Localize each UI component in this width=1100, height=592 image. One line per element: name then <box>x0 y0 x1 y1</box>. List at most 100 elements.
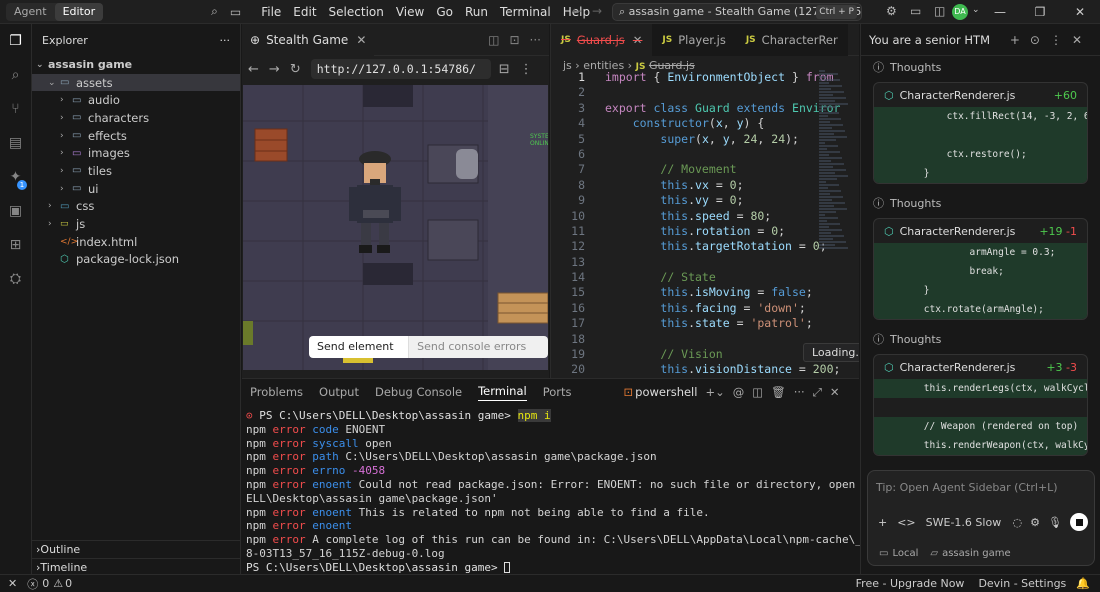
remote-icon[interactable]: ✕ <box>8 577 17 590</box>
diff-card-header[interactable]: ⬡ CharacterRenderer.js +60 <box>874 83 1087 107</box>
minimize-icon[interactable]: — <box>980 5 1020 19</box>
project-label[interactable]: assasin game <box>942 548 1011 559</box>
maximize-icon[interactable]: ❐ <box>1020 5 1060 19</box>
menu-view[interactable]: View <box>390 5 430 19</box>
thoughts-toggle[interactable]: ⓘ Thoughts <box>861 192 1100 214</box>
code-line[interactable]: 10 this.speed = 80; <box>551 209 851 224</box>
avatar[interactable]: DA <box>952 4 968 20</box>
url-input[interactable]: http://127.0.0.1:54786/ <box>310 59 491 79</box>
code-line[interactable]: 8 this.vx = 0; <box>551 178 851 193</box>
code-line[interactable]: 12 this.targetRotation = 0; <box>551 239 851 254</box>
code-line[interactable]: 3 export class Guard extends Enviror <box>551 101 851 116</box>
tree-item-index-html[interactable]: </> index.html <box>32 233 240 251</box>
model-selector[interactable]: SWE-1.6 Slow <box>926 516 1002 529</box>
terminal-output[interactable]: ⊙ PS C:\Users\DELL\Desktop\assasin game>… <box>242 405 935 575</box>
code-line[interactable]: 13 <box>551 255 851 270</box>
editor-tab-guard[interactable]: JS Guard.js ✕ <box>551 24 653 56</box>
split-editor-icon[interactable]: ◫ <box>488 33 499 47</box>
code-line[interactable]: 7 // Movement <box>551 162 851 177</box>
code-line[interactable]: 9 this.vy = 0; <box>551 193 851 208</box>
more-actions-icon[interactable]: ⋮ <box>520 62 533 77</box>
game-canvas[interactable]: SYSTEM ONLINE Send element ☝ Send consol… <box>243 85 548 370</box>
chevron-down-icon[interactable]: ⌄ <box>972 5 980 15</box>
menu-selection[interactable]: Selection <box>323 5 390 19</box>
outline-section[interactable]: › Outline <box>32 540 241 558</box>
tree-item-characters[interactable]: › ▭ characters <box>32 109 240 127</box>
close-tab-icon[interactable]: ✕ <box>633 33 643 47</box>
send-console-errors-button[interactable]: Send console errors (0) <box>408 336 548 358</box>
diff-card[interactable]: ⬡ CharacterRenderer.js +60 ctx.fillRect(14… <box>873 82 1088 184</box>
split-terminal-icon[interactable]: ◫ <box>752 385 763 399</box>
map-icon[interactable]: ▤ <box>0 126 31 160</box>
code-line[interactable]: 16 this.facing = 'down'; <box>551 301 851 316</box>
stop-button[interactable] <box>1070 513 1088 531</box>
more-actions-icon[interactable]: ··· <box>220 34 231 47</box>
tab-terminal[interactable]: Terminal <box>478 384 527 401</box>
diff-card-header[interactable]: ⬡ CharacterRenderer.js +3 -3 <box>874 355 1087 379</box>
history-icon[interactable]: ⊙ <box>1030 33 1050 47</box>
run-debug-icon[interactable]: ✦ 1 <box>0 160 31 194</box>
code-line[interactable]: 14 // State <box>551 270 851 285</box>
back-arrow-icon[interactable]: ← <box>572 4 582 18</box>
code-line[interactable]: 5 super(x, y, 24, 24); <box>551 132 851 147</box>
more-actions-icon[interactable]: ··· <box>530 33 541 47</box>
upgrade-link[interactable]: Free - Upgrade Now <box>856 577 965 590</box>
editor-mode-button[interactable]: Editor <box>54 2 104 21</box>
code-line[interactable]: 6 <box>551 147 851 162</box>
add-context-icon[interactable]: + <box>878 516 887 529</box>
diff-card-header[interactable]: ⬡ CharacterRenderer.js +19 -1 <box>874 219 1087 243</box>
send-element-button[interactable]: Send element ☝ <box>309 336 409 358</box>
tab-problems[interactable]: Problems <box>250 385 303 399</box>
code-line[interactable]: 15 this.isMoving = false; <box>551 285 851 300</box>
tree-item-ui[interactable]: › ▭ ui <box>32 180 240 198</box>
command-center[interactable]: ⌕ assasin game - Stealth Game (127.0.0.1… <box>612 3 862 21</box>
maximize-panel-icon[interactable]: ⤢ <box>813 385 822 400</box>
code-line[interactable]: 4 constructor(x, y) { <box>551 116 851 131</box>
code-line[interactable]: 2 <box>551 85 851 100</box>
source-control-icon[interactable]: ⑂ <box>0 92 31 126</box>
close-tab-icon[interactable]: ✕ <box>356 33 366 47</box>
tools-icon[interactable]: ⚙ <box>1030 516 1040 529</box>
workspace-root[interactable]: ⌄ assasin game <box>32 56 240 74</box>
reload-icon[interactable]: ↻ <box>290 62 301 77</box>
agent-conversation-title[interactable]: You are a senior HTML5 <box>869 33 989 47</box>
editor-tab-character-renderer[interactable]: JS CharacterRer <box>735 24 848 56</box>
code-icon[interactable]: <> <box>897 516 915 529</box>
thoughts-toggle[interactable]: ⓘ Thoughts <box>861 56 1100 78</box>
tree-item-effects[interactable]: › ▭ effects <box>32 127 240 145</box>
add-terminal-icon[interactable]: +⌄ <box>705 385 724 399</box>
local-label[interactable]: Local <box>892 548 918 559</box>
menu-terminal[interactable]: Terminal <box>494 5 557 19</box>
tree-item-package-lock-json[interactable]: ⬡ package-lock.json <box>32 251 240 269</box>
tree-item-images[interactable]: › ▭ images <box>32 144 240 162</box>
menu-file[interactable]: File <box>255 5 287 19</box>
agent-input[interactable]: Tip: Open Agent Sidebar (Ctrl+L) <box>868 471 1094 504</box>
search-view-icon[interactable]: ⌕ <box>0 58 31 92</box>
code-line[interactable]: 17 this.state = 'patrol'; <box>551 316 851 331</box>
close-window-icon[interactable]: ✕ <box>1060 5 1100 19</box>
explorer-icon[interactable]: ❐ <box>0 24 31 58</box>
close-icon[interactable]: ✕ <box>1072 33 1092 47</box>
extensions-view-icon[interactable]: ⊞ <box>0 228 31 262</box>
menu-edit[interactable]: Edit <box>287 5 322 19</box>
code-lines[interactable]: 1 import { EnvironmentObject } from 23 expo… <box>551 70 851 378</box>
deploy-icon[interactable]: ⛭ <box>0 262 31 296</box>
tree-item-js[interactable]: › ▭ js <box>32 215 240 233</box>
tab-ports[interactable]: Ports <box>543 385 572 399</box>
trash-icon[interactable]: 🗑 <box>771 385 786 399</box>
remote-explorer-icon[interactable]: ▣ <box>0 194 31 228</box>
tab-debug-console[interactable]: Debug Console <box>375 385 462 399</box>
diff-card[interactable]: ⬡ CharacterRenderer.js +3 -3 this.renderLe… <box>873 354 1088 456</box>
more-actions-icon[interactable]: ··· <box>794 385 805 399</box>
forward-icon[interactable]: → <box>269 62 280 77</box>
back-icon[interactable]: ← <box>248 62 259 77</box>
code-line[interactable]: 1 import { EnvironmentObject } from <box>551 70 851 85</box>
layout-panel-icon[interactable]: ▭ <box>910 4 921 18</box>
tab-output[interactable]: Output <box>319 385 359 399</box>
code-line[interactable]: 20 this.visionDistance = 200; <box>551 362 851 377</box>
browser-tab[interactable]: ⊕ Stealth Game ✕ <box>242 23 375 56</box>
inspect-icon[interactable]: ⊟ <box>499 62 510 77</box>
agent-mode-button[interactable]: Agent <box>6 3 55 21</box>
toggle-sidebar-icon[interactable]: ▭ <box>230 5 241 19</box>
minimap[interactable] <box>819 70 851 370</box>
